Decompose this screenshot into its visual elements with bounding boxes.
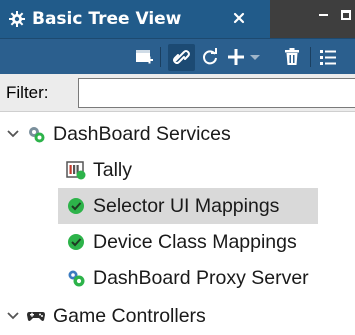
tree-node-label: Selector UI Mappings bbox=[93, 194, 280, 217]
filter-bar: Filter: bbox=[0, 74, 355, 112]
add-icon[interactable] bbox=[226, 47, 246, 67]
tree-node-label: Game Controllers bbox=[53, 304, 206, 327]
tree-node-label: DashBoard Proxy Server bbox=[93, 266, 309, 289]
new-window-icon[interactable] bbox=[134, 47, 154, 67]
dropdown-arrow-icon[interactable] bbox=[248, 47, 262, 67]
maximize-icon[interactable] bbox=[340, 8, 352, 22]
refresh-icon[interactable] bbox=[200, 47, 220, 67]
minimize-icon[interactable] bbox=[318, 8, 330, 22]
tally-icon bbox=[66, 161, 86, 180]
tree-view: DashBoard Services Tally Selector UI Map… bbox=[0, 112, 355, 335]
tree-node-dashboard-services[interactable]: DashBoard Services bbox=[0, 116, 355, 152]
close-icon[interactable] bbox=[232, 11, 246, 25]
tab-bar: Basic Tree View bbox=[0, 0, 355, 38]
gear-icon bbox=[9, 11, 25, 27]
tab-basic-tree-view[interactable]: Basic Tree View bbox=[0, 0, 270, 38]
tree-node-dashboard-proxy-server[interactable]: DashBoard Proxy Server bbox=[0, 260, 355, 296]
green-check-icon bbox=[68, 198, 84, 214]
tree-node-device-class-mappings[interactable]: Device Class Mappings bbox=[0, 224, 355, 260]
delete-icon[interactable] bbox=[282, 47, 302, 67]
filter-input[interactable] bbox=[78, 78, 355, 108]
list-icon[interactable] bbox=[318, 47, 338, 67]
tree-node-label: DashBoard Services bbox=[53, 122, 231, 145]
tree-node-label: Device Class Mappings bbox=[93, 230, 297, 253]
gamepad-icon bbox=[27, 312, 45, 321]
green-check-icon bbox=[68, 234, 84, 250]
tree-node-label: Tally bbox=[93, 158, 133, 181]
tree-node-selector-ui-mappings[interactable]: Selector UI Mappings bbox=[58, 188, 318, 224]
toolbar-separator bbox=[160, 47, 161, 67]
toolbar bbox=[0, 38, 355, 74]
filter-label: Filter: bbox=[6, 83, 49, 102]
tab-title: Basic Tree View bbox=[32, 9, 182, 29]
chevron-down-icon[interactable] bbox=[6, 127, 20, 141]
services-gear-icon bbox=[29, 127, 45, 143]
tree-node-game-controllers[interactable]: Game Controllers bbox=[0, 298, 355, 334]
proxy-server-icon bbox=[68, 270, 85, 287]
toolbar-separator bbox=[310, 47, 311, 67]
chevron-down-icon[interactable] bbox=[6, 309, 20, 323]
link-icon[interactable] bbox=[172, 47, 192, 67]
tree-node-tally[interactable]: Tally bbox=[0, 152, 355, 188]
